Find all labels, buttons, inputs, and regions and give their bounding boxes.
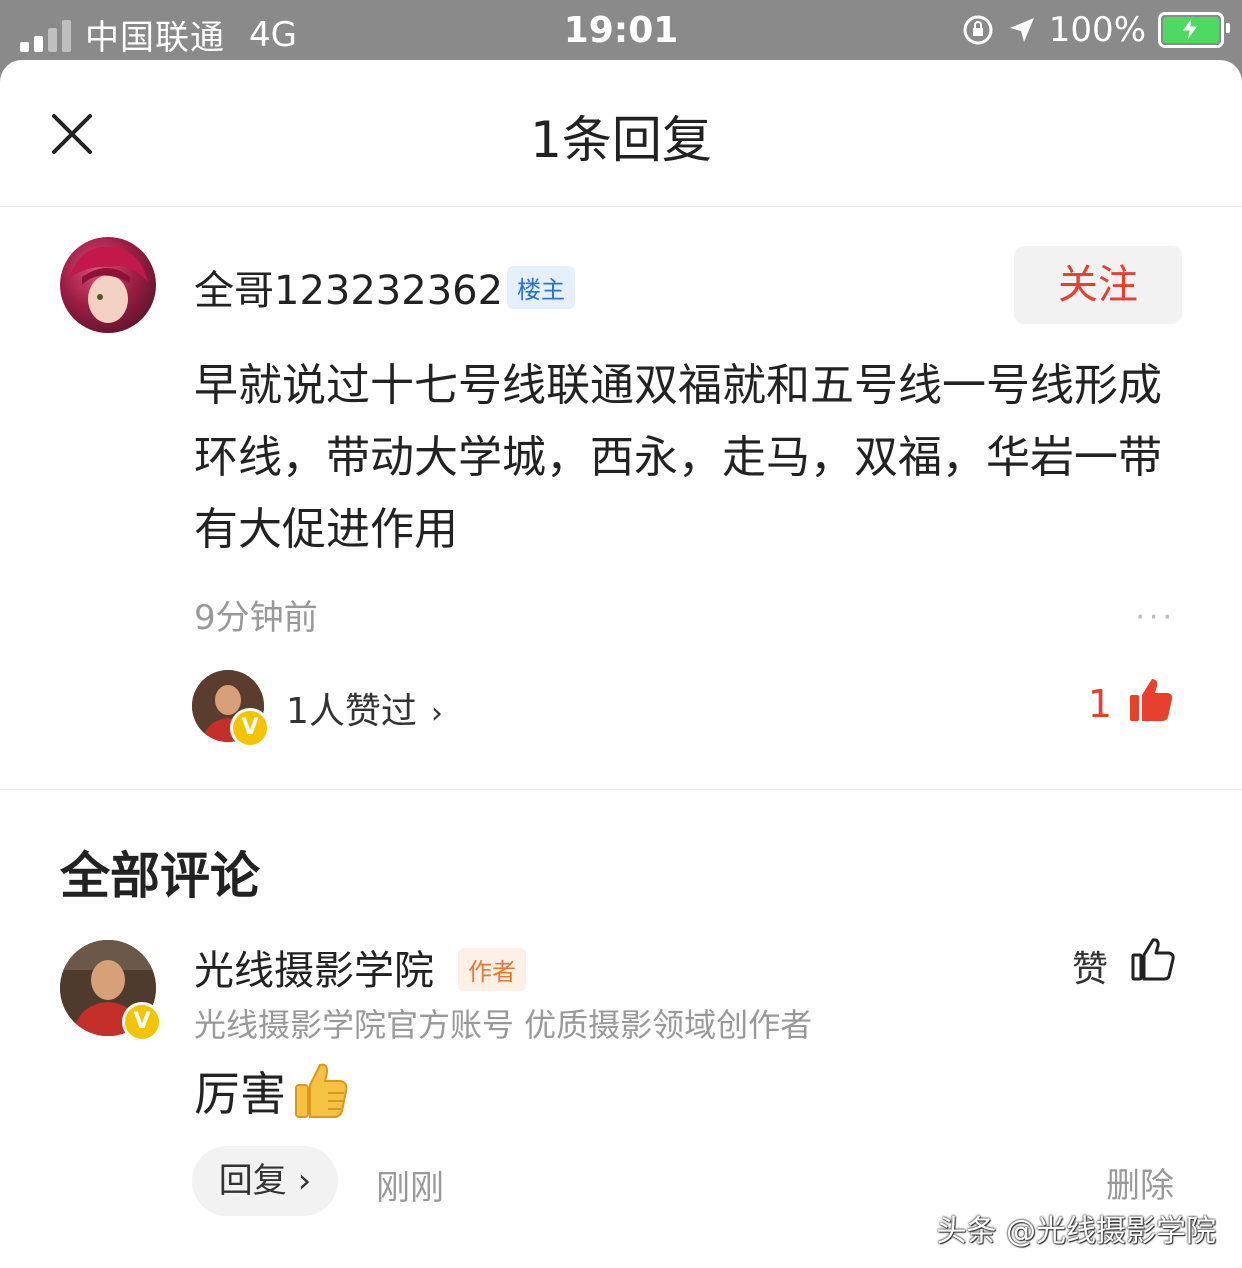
thumbs-up-emoji-icon <box>295 1063 348 1118</box>
liker-avatar[interactable]: V <box>192 670 270 748</box>
likers-label: 1人赞过 <box>286 691 417 732</box>
owner-badge: 楼主 <box>507 266 575 309</box>
reply-like-label[interactable]: 赞 <box>1072 940 1108 992</box>
username[interactable]: 全哥123232362 <box>194 258 503 316</box>
follow-button[interactable]: 关注 <box>1014 246 1182 324</box>
delete-button[interactable]: 删除 <box>1106 1158 1174 1207</box>
more-options-icon[interactable]: ··· <box>1135 600 1176 635</box>
carrier-group: 中国联通 4G <box>20 10 297 59</box>
battery-icon <box>1158 12 1230 48</box>
signal-icon <box>20 18 71 52</box>
reply-user-bio: 光线摄影学院官方账号 优质摄影领域创作者 <box>194 1006 813 1044</box>
reply-sheet: 1条回复 全哥123232362 楼主 关注 早就说过十七号线联通双福就和五号线… <box>0 60 1242 1268</box>
sheet-header: 1条回复 <box>0 60 1242 207</box>
reply-username[interactable]: 光线摄影学院 <box>194 938 434 996</box>
reply-text-content: 厉害 <box>194 1067 286 1121</box>
like-count: 1 <box>1087 682 1112 726</box>
verified-badge-icon: V <box>230 708 270 748</box>
chevron-right-icon: › <box>430 696 443 731</box>
likers-link[interactable]: 1人赞过 › <box>286 682 443 734</box>
rotation-lock-icon <box>963 15 993 45</box>
section-divider <box>0 789 1242 790</box>
status-right: 100% <box>961 10 1230 50</box>
reply-time: 刚刚 <box>376 1168 444 1208</box>
comment-text: 早就说过十七号线联通双福就和五号线一号线形成环线，带动大学城，西永，走马，双福，… <box>194 360 1162 555</box>
comment-time: 9分钟前 <box>194 598 318 638</box>
status-bar: 中国联通 4G 19:01 100% <box>0 0 1242 64</box>
carrier-label: 中国联通 <box>85 18 225 58</box>
thumbs-up-outline-icon[interactable] <box>1130 936 1176 982</box>
sheet-title: 1条回复 <box>530 111 712 169</box>
network-label: 4G <box>249 14 297 55</box>
watermark: 头条 @光线摄影学院 <box>936 1214 1216 1249</box>
all-comments-heading: 全部评论 <box>60 847 260 905</box>
reply-text: 厉害 <box>194 1058 352 1124</box>
verified-badge-icon: V <box>122 1002 162 1042</box>
author-badge: 作者 <box>458 948 526 991</box>
avatar[interactable] <box>60 237 156 333</box>
thumbs-up-filled-icon[interactable] <box>1128 677 1174 723</box>
battery-percent: 100% <box>1048 10 1146 50</box>
reply-avatar[interactable]: V <box>60 940 162 1042</box>
reply-button[interactable]: 回复 › <box>192 1146 338 1216</box>
location-arrow-icon <box>1009 18 1034 42</box>
